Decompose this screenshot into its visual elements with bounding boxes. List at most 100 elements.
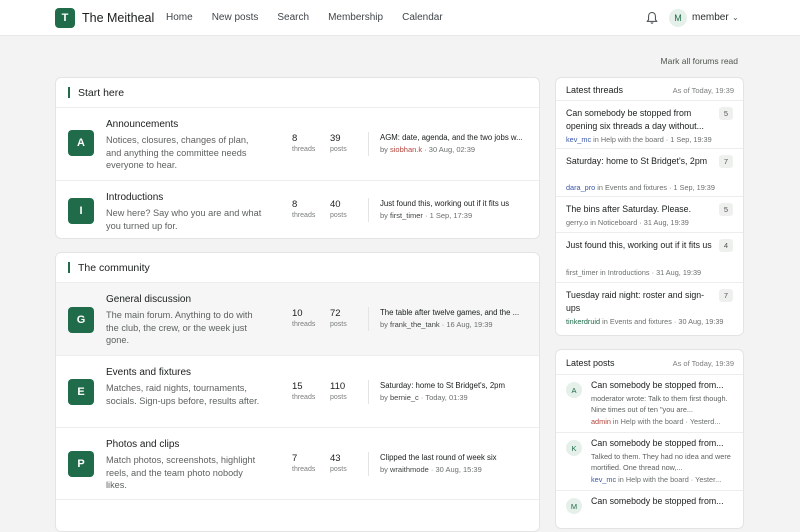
- forum-name[interactable]: Events and fixtures: [106, 367, 191, 378]
- divider: [368, 307, 369, 331]
- forum-row-general-discussion[interactable]: G General discussion The main forum. Any…: [56, 283, 539, 356]
- mark-all-read-link[interactable]: Mark all forums read: [661, 56, 738, 66]
- thread-meta: tinkerdruid in Events and fixtures · 30 …: [566, 317, 724, 326]
- thread-item[interactable]: Can somebody be stopped from opening six…: [556, 101, 743, 149]
- bell-icon[interactable]: [646, 11, 658, 25]
- section-title: Start here: [78, 87, 125, 99]
- nav-new-posts[interactable]: New posts: [212, 12, 259, 23]
- post-excerpt: moderator wrote: Talk to them first thou…: [591, 394, 728, 414]
- thread-user[interactable]: kev_mc: [566, 135, 591, 144]
- user-menu-name[interactable]: member: [692, 12, 729, 23]
- post-avatar[interactable]: A: [566, 382, 582, 398]
- forum-name[interactable]: Introductions: [106, 192, 163, 203]
- thread-title[interactable]: Can somebody be stopped from opening six…: [566, 107, 716, 132]
- nav-membership[interactable]: Membership: [328, 12, 383, 23]
- divider: [368, 380, 369, 404]
- section-header: The community: [56, 253, 539, 283]
- forum-row-events-and-fixtures[interactable]: E Events and fixtures Matches, raid nigh…: [56, 356, 539, 428]
- thread-item[interactable]: Saturday: home to St Bridget's, 2pm 7 da…: [556, 149, 743, 197]
- thread-title[interactable]: Tuesday raid night: roster and sign-ups: [566, 289, 716, 314]
- thread-user[interactable]: first_timer: [566, 268, 598, 277]
- main-nav: Home New posts Search Membership Calenda…: [166, 12, 462, 23]
- forum-name[interactable]: Photos and clips: [106, 439, 179, 450]
- thread-user[interactable]: gerry.o: [566, 218, 588, 227]
- forum-section-community: The community G General discussion The m…: [55, 252, 540, 532]
- thread-title[interactable]: Just found this, working out if it fits …: [566, 239, 716, 252]
- thread-user[interactable]: dara_pro: [566, 183, 595, 192]
- last-post-title[interactable]: Clipped the last round of week six: [380, 453, 530, 462]
- section-header: Start here: [56, 78, 539, 108]
- reply-count-badge: 5: [719, 107, 733, 120]
- forum-description: The main forum. Anything to do with the …: [106, 310, 253, 345]
- nav-home[interactable]: Home: [166, 12, 193, 23]
- thread-user[interactable]: tinkerdruid: [566, 317, 600, 326]
- post-title[interactable]: Can somebody be stopped from...: [591, 496, 736, 506]
- post-item[interactable]: K Can somebody be stopped from... Talked…: [556, 433, 743, 491]
- post-user[interactable]: admin: [591, 417, 611, 426]
- thread-title[interactable]: The bins after Saturday. Please.: [566, 203, 716, 216]
- forum-row-photos-and-clips[interactable]: P Photos and clips Match photos, screens…: [56, 428, 539, 500]
- widget-title: Latest posts: [566, 358, 615, 368]
- latest-threads-widget: Latest threads As of Today, 19:39 Can so…: [555, 77, 744, 336]
- post-title[interactable]: Can somebody be stopped from...: [591, 380, 736, 390]
- section-accent-bar: [68, 87, 70, 98]
- post-item[interactable]: M Can somebody be stopped from...: [556, 491, 743, 528]
- forum-description: New here? Say who you are and what you t…: [106, 208, 262, 231]
- site-logo[interactable]: T: [55, 8, 75, 28]
- forum-icon: E: [68, 379, 94, 405]
- post-user[interactable]: kev_mc: [591, 475, 616, 484]
- post-avatar[interactable]: M: [566, 498, 582, 514]
- forum-row-announcements[interactable]: A Announcements Notices, closures, chang…: [56, 108, 539, 181]
- forum-icon: G: [68, 307, 94, 333]
- forum-description: Match photos, screenshots, highlight ree…: [106, 455, 256, 490]
- nav-search[interactable]: Search: [277, 12, 309, 23]
- chevron-down-icon[interactable]: ⌄: [732, 13, 739, 22]
- thread-meta: gerry.o in Noticeboard · 31 Aug, 19:39: [566, 218, 689, 227]
- forum-thread-count: 7 threads: [292, 453, 316, 473]
- thread-title[interactable]: Saturday: home to St Bridget's, 2pm: [566, 155, 716, 168]
- forum-thread-count: 15 threads: [292, 381, 316, 401]
- forum-post-count: 43 posts: [330, 453, 347, 473]
- widget-header: Latest posts As of Today, 19:39: [556, 350, 743, 375]
- user-avatar[interactable]: M: [669, 9, 687, 27]
- last-post-meta: by first_timer · 1 Sep, 17:39: [380, 211, 473, 220]
- forum-icon: I: [68, 198, 94, 224]
- last-post-title[interactable]: AGM: date, agenda, and the two jobs w...: [380, 133, 530, 142]
- forum-thread-count: 10 threads: [292, 308, 316, 328]
- forum-icon: A: [68, 130, 94, 156]
- last-post-title[interactable]: The table after twelve games, and the ..…: [380, 308, 530, 317]
- forum-thread-count: 8 threads: [292, 133, 316, 153]
- last-post-user[interactable]: siobhan.k: [390, 145, 422, 154]
- thread-item[interactable]: The bins after Saturday. Please. 5 gerry…: [556, 197, 743, 233]
- forum-row-introductions[interactable]: I Introductions New here? Say who you ar…: [56, 181, 539, 238]
- forum-section-start-here: Start here A Announcements Notices, clos…: [55, 77, 540, 239]
- forum-post-count: 110 posts: [330, 381, 347, 401]
- reply-count-badge: 5: [719, 203, 733, 216]
- thread-item[interactable]: Tuesday raid night: roster and sign-ups …: [556, 283, 743, 333]
- thread-item[interactable]: Just found this, working out if it fits …: [556, 233, 743, 283]
- section-accent-bar: [68, 262, 70, 273]
- forum-description: Matches, raid nights, tournaments, socia…: [106, 383, 260, 406]
- post-title[interactable]: Can somebody be stopped from...: [591, 438, 736, 448]
- nav-calendar[interactable]: Calendar: [402, 12, 443, 23]
- last-post-user[interactable]: first_timer: [390, 211, 423, 220]
- last-post-title[interactable]: Just found this, working out if it fits …: [380, 199, 530, 208]
- post-item[interactable]: A Can somebody be stopped from... modera…: [556, 375, 743, 433]
- site-name[interactable]: The Meitheal: [82, 11, 154, 25]
- post-meta: kev_mc in Help with the board · Yester..…: [591, 475, 722, 484]
- forum-post-count: 39 posts: [330, 133, 347, 153]
- last-post-user[interactable]: wraithmode: [390, 465, 429, 474]
- forum-name[interactable]: Announcements: [106, 119, 178, 130]
- post-avatar[interactable]: K: [566, 440, 582, 456]
- reply-count-badge: 7: [719, 155, 733, 168]
- last-post-user[interactable]: bernie_c: [390, 393, 419, 402]
- last-post-title[interactable]: Saturday: home to St Bridget's, 2pm: [380, 381, 530, 390]
- forum-description: Notices, closures, changes of plan, and …: [106, 135, 249, 170]
- forum-post-count: 72 posts: [330, 308, 347, 328]
- forum-name[interactable]: General discussion: [106, 294, 191, 305]
- reply-count-badge: 4: [719, 239, 733, 252]
- section-title: The community: [78, 262, 150, 274]
- post-meta: admin in Help with the board · Yesterd..…: [591, 417, 721, 426]
- last-post-user[interactable]: frank_the_tank: [390, 320, 440, 329]
- forum-icon: P: [68, 451, 94, 477]
